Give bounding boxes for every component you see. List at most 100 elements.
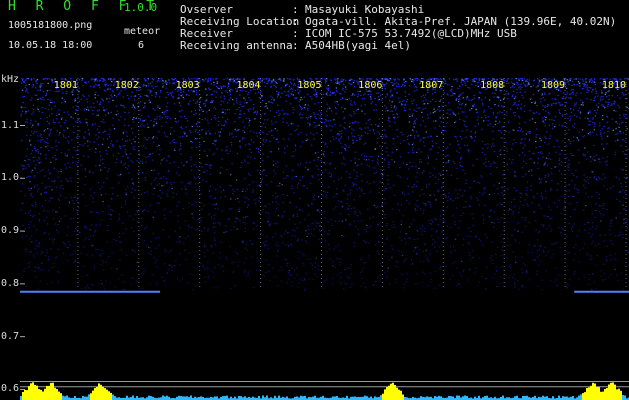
noise-speck bbox=[291, 93, 293, 95]
noise-speck bbox=[307, 169, 309, 171]
noise-speck bbox=[56, 149, 58, 151]
noise-speck bbox=[396, 91, 398, 94]
noise-speck bbox=[31, 235, 33, 237]
noise-speck bbox=[252, 141, 255, 143]
noise-speck bbox=[225, 225, 227, 227]
noise-speck bbox=[547, 175, 549, 177]
noise-speck bbox=[343, 118, 345, 120]
noise-speck bbox=[520, 197, 522, 199]
noise-speck bbox=[462, 244, 464, 246]
noise-speck bbox=[66, 126, 68, 128]
noise-speck bbox=[54, 105, 56, 107]
noise-speck bbox=[594, 123, 596, 125]
noise-speck bbox=[589, 124, 591, 126]
noise-speck bbox=[58, 134, 60, 136]
noise-speck bbox=[529, 98, 532, 100]
noise-speck bbox=[403, 261, 405, 263]
noise-speck bbox=[260, 259, 262, 261]
noise-speck bbox=[519, 86, 521, 88]
y-tick-label: 1.1 bbox=[1, 119, 20, 131]
noise-speck bbox=[476, 82, 478, 84]
noise-speck bbox=[518, 154, 521, 156]
noise-speck bbox=[287, 124, 290, 126]
noise-speck bbox=[124, 200, 127, 202]
noise-speck bbox=[370, 124, 373, 126]
noise-speck bbox=[173, 130, 175, 132]
noise-speck bbox=[459, 135, 462, 138]
noise-speck bbox=[565, 157, 568, 159]
noise-speck bbox=[567, 269, 569, 271]
noise-speck bbox=[488, 99, 491, 101]
noise-speck bbox=[171, 187, 173, 189]
noise-speck bbox=[391, 244, 393, 247]
noise-speck bbox=[534, 101, 537, 103]
noise-speck bbox=[239, 113, 242, 115]
noise-speck bbox=[403, 193, 406, 195]
noise-speck bbox=[167, 155, 170, 157]
noise-speck bbox=[292, 216, 294, 218]
noise-speck bbox=[131, 91, 134, 94]
noise-speck bbox=[67, 111, 69, 113]
noise-speck bbox=[389, 91, 391, 93]
noise-speck bbox=[360, 105, 362, 107]
noise-speck bbox=[375, 171, 377, 173]
noise-speck bbox=[254, 157, 256, 159]
noise-speck bbox=[535, 136, 537, 138]
noise-speck bbox=[204, 255, 206, 257]
noise-speck bbox=[338, 220, 340, 223]
noise-speck bbox=[290, 123, 293, 125]
noise-speck bbox=[353, 122, 356, 124]
noise-speck bbox=[151, 152, 154, 154]
noise-speck bbox=[416, 151, 418, 153]
noise-speck bbox=[213, 197, 216, 200]
noise-speck bbox=[298, 251, 300, 253]
noise-speck bbox=[45, 186, 48, 188]
noise-speck bbox=[95, 134, 97, 136]
noise-speck bbox=[158, 144, 160, 146]
meteor-count: 6 bbox=[138, 40, 145, 51]
noise-speck bbox=[264, 205, 266, 207]
noise-speck bbox=[343, 235, 345, 237]
noise-speck bbox=[95, 148, 97, 150]
noise-speck bbox=[596, 264, 598, 267]
noise-speck bbox=[108, 205, 110, 207]
noise-speck bbox=[361, 256, 363, 259]
noise-speck bbox=[48, 115, 51, 117]
noise-speck bbox=[465, 201, 467, 203]
noise-speck bbox=[207, 130, 209, 132]
noise-speck bbox=[264, 244, 266, 246]
noise-speck bbox=[78, 79, 81, 81]
noise-speck bbox=[558, 159, 560, 161]
noise-speck bbox=[96, 138, 98, 140]
noise-speck bbox=[145, 161, 147, 163]
noise-speck bbox=[279, 113, 281, 115]
noise-speck bbox=[158, 236, 160, 239]
noise-speck bbox=[283, 78, 285, 80]
noise-speck bbox=[312, 176, 314, 178]
noise-speck bbox=[566, 235, 568, 237]
noise-speck bbox=[175, 142, 177, 144]
noise-speck bbox=[142, 172, 144, 174]
noise-speck bbox=[416, 252, 419, 254]
noise-speck bbox=[245, 223, 247, 225]
noise-speck bbox=[596, 109, 599, 111]
noise-speck bbox=[292, 229, 294, 231]
noise-speck bbox=[535, 229, 537, 231]
noise-speck bbox=[161, 117, 164, 119]
noise-speck bbox=[142, 210, 144, 212]
noise-speck bbox=[62, 242, 65, 244]
noise-speck bbox=[514, 283, 516, 285]
noise-speck bbox=[427, 114, 429, 116]
noise-speck bbox=[420, 96, 423, 98]
noise-speck bbox=[258, 97, 260, 99]
noise-speck bbox=[318, 179, 320, 181]
noise-speck bbox=[445, 238, 447, 240]
noise-speck bbox=[191, 141, 194, 143]
noise-speck bbox=[103, 78, 105, 81]
noise-speck bbox=[160, 90, 162, 92]
noise-speck bbox=[196, 138, 198, 140]
noise-speck bbox=[140, 89, 142, 91]
noise-speck bbox=[467, 281, 469, 283]
noise-speck bbox=[292, 79, 295, 81]
noise-speck bbox=[373, 109, 375, 111]
